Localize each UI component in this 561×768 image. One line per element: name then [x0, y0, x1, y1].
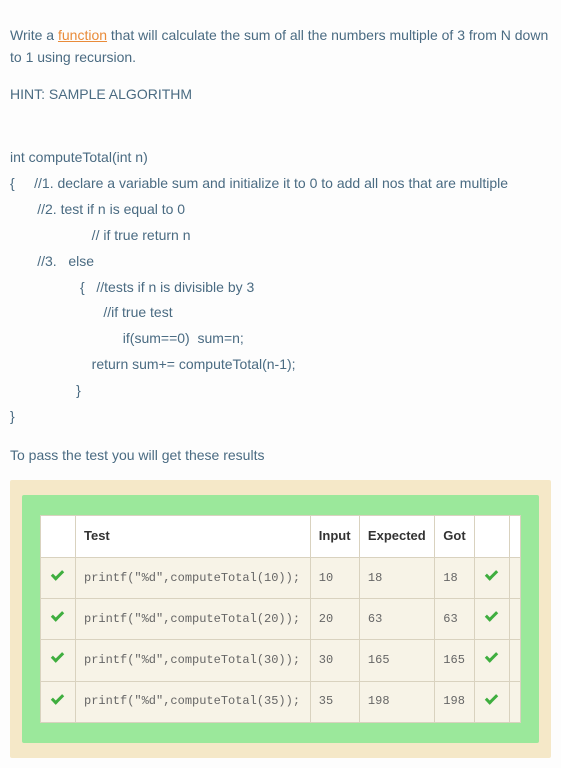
- result-cell: [475, 558, 510, 599]
- hint-label: HINT: SAMPLE ALGORITHM: [10, 83, 551, 105]
- input-cell: 10: [310, 558, 359, 599]
- pass-text: To pass the test you will get these resu…: [10, 444, 551, 466]
- status-cell: [41, 558, 76, 599]
- algo-line: //2. test if n is equal to 0: [10, 201, 185, 217]
- expected-cell: 63: [359, 599, 434, 640]
- results-outer: Test Input Expected Got printf("%d",comp…: [10, 480, 551, 758]
- algo-line: }: [10, 382, 81, 398]
- input-cell: 35: [310, 681, 359, 722]
- col-spacer: [510, 516, 521, 558]
- table-row: printf("%d",computeTotal(20)); 20 63 63: [41, 599, 521, 640]
- function-link[interactable]: function: [58, 27, 107, 43]
- col-status: [41, 516, 76, 558]
- got-cell: 165: [435, 640, 475, 681]
- status-cell: [41, 599, 76, 640]
- input-cell: 30: [310, 640, 359, 681]
- spacer-cell: [510, 681, 521, 722]
- check-icon: [485, 609, 499, 623]
- check-icon: [51, 650, 65, 664]
- check-icon: [485, 650, 499, 664]
- test-cell: printf("%d",computeTotal(35));: [76, 681, 311, 722]
- spacer-cell: [510, 640, 521, 681]
- algo-line: // if true return n: [10, 227, 191, 243]
- algo-line: if(sum==0) sum=n;: [10, 330, 244, 346]
- input-cell: 20: [310, 599, 359, 640]
- col-expected: Expected: [359, 516, 434, 558]
- result-cell: [475, 640, 510, 681]
- table-row: printf("%d",computeTotal(35)); 35 198 19…: [41, 681, 521, 722]
- expected-cell: 198: [359, 681, 434, 722]
- expected-cell: 165: [359, 640, 434, 681]
- results-table: Test Input Expected Got printf("%d",comp…: [40, 515, 521, 723]
- result-cell: [475, 681, 510, 722]
- spacer-cell: [510, 558, 521, 599]
- status-cell: [41, 640, 76, 681]
- col-got: Got: [435, 516, 475, 558]
- col-test: Test: [76, 516, 311, 558]
- algo-line: int computeTotal(int n): [10, 149, 148, 165]
- got-cell: 63: [435, 599, 475, 640]
- test-cell: printf("%d",computeTotal(20));: [76, 599, 311, 640]
- test-cell: printf("%d",computeTotal(10));: [76, 558, 311, 599]
- prompt-paragraph: Write a function that will calculate the…: [10, 24, 551, 69]
- algo-line: { //tests if n is divisible by 3: [10, 279, 254, 295]
- algo-line: }: [10, 408, 15, 424]
- status-cell: [41, 681, 76, 722]
- got-cell: 18: [435, 558, 475, 599]
- table-row: printf("%d",computeTotal(30)); 30 165 16…: [41, 640, 521, 681]
- check-icon: [485, 692, 499, 706]
- col-input: Input: [310, 516, 359, 558]
- algo-line: //if true test: [10, 304, 173, 320]
- algorithm-block: int computeTotal(int n) { //1. declare a…: [10, 119, 551, 430]
- test-cell: printf("%d",computeTotal(30));: [76, 640, 311, 681]
- check-icon: [51, 692, 65, 706]
- algo-line: return sum+= computeTotal(n-1);: [10, 356, 296, 372]
- algo-line: { //1. declare a variable sum and initia…: [10, 175, 561, 191]
- got-cell: 198: [435, 681, 475, 722]
- result-cell: [475, 599, 510, 640]
- check-icon: [51, 609, 65, 623]
- col-result: [475, 516, 510, 558]
- table-row: printf("%d",computeTotal(10)); 10 18 18: [41, 558, 521, 599]
- algo-line: //3. else: [10, 253, 94, 269]
- table-header-row: Test Input Expected Got: [41, 516, 521, 558]
- spacer-cell: [510, 599, 521, 640]
- expected-cell: 18: [359, 558, 434, 599]
- check-icon: [51, 568, 65, 582]
- results-inner: Test Input Expected Got printf("%d",comp…: [22, 495, 539, 743]
- prompt-prefix: Write a: [10, 27, 58, 43]
- check-icon: [485, 568, 499, 582]
